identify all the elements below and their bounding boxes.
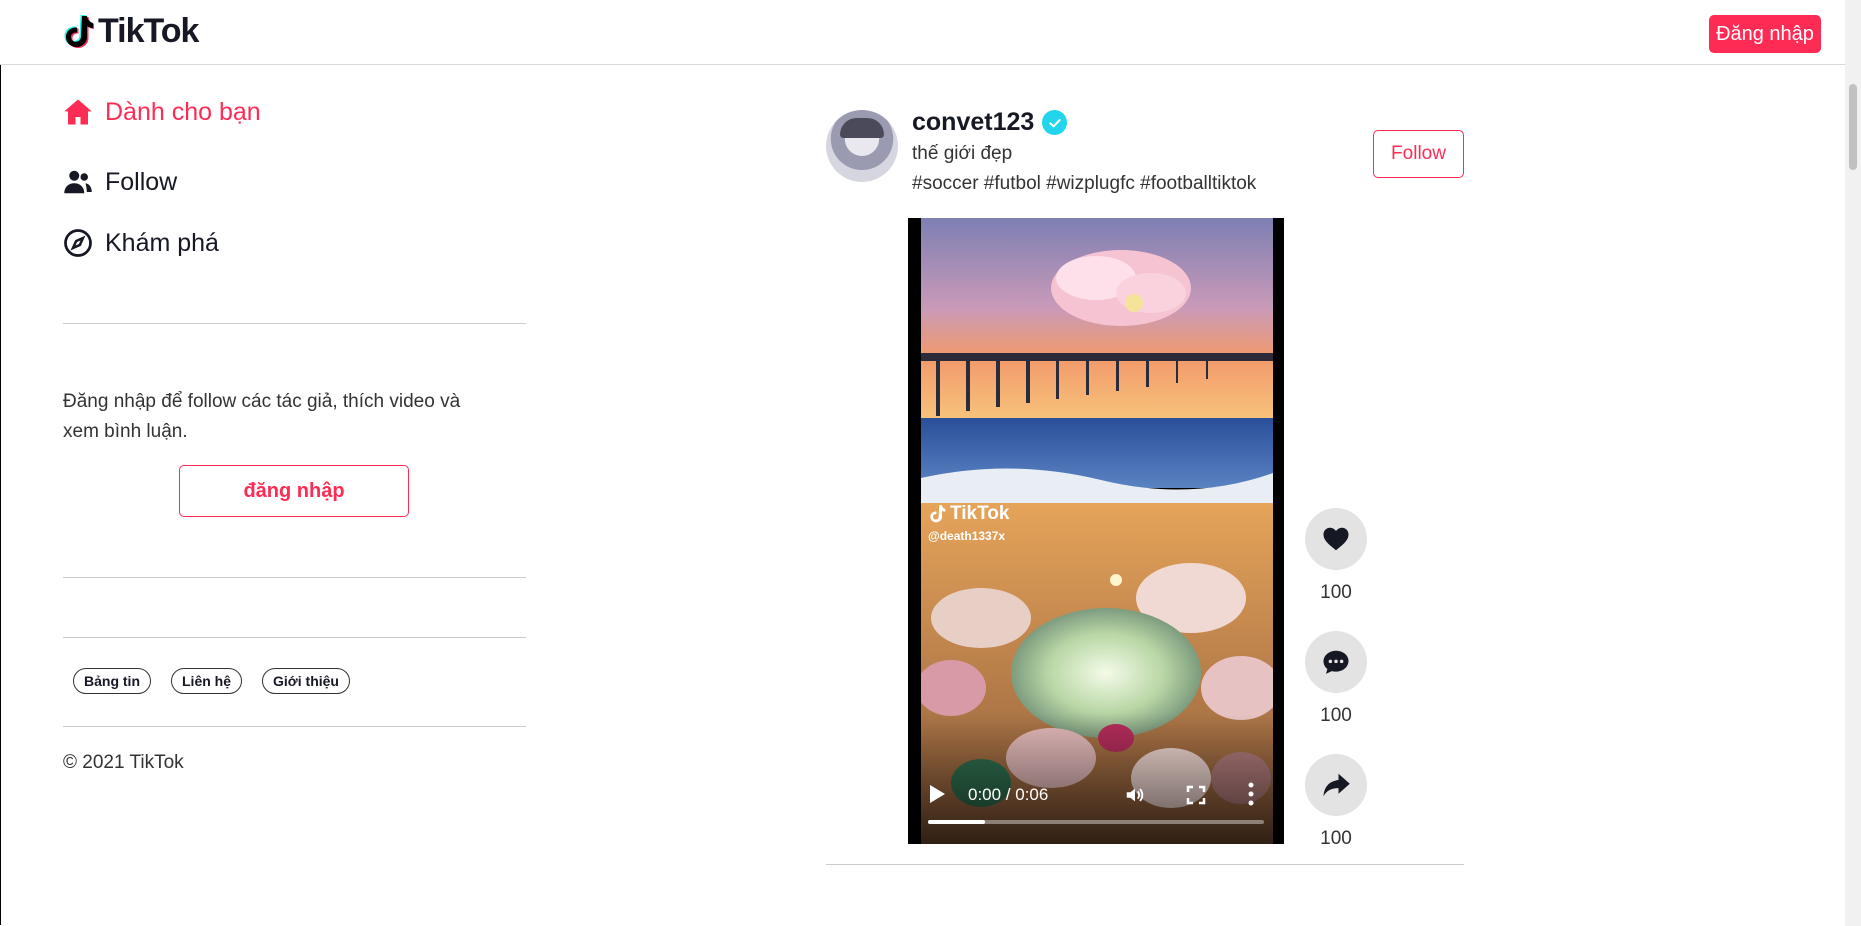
share-icon	[1323, 773, 1350, 797]
sidebar-item-for-you[interactable]: Dành cho bạn	[63, 97, 261, 127]
follow-button[interactable]: Follow	[1373, 130, 1464, 178]
video-player[interactable]: TikTok @death1337x 0:00 / 0:06	[908, 218, 1284, 844]
footer-link-about[interactable]: Giới thiệu	[262, 668, 350, 694]
sidebar-item-explore[interactable]: Khám phá	[63, 228, 219, 258]
sidebar-login-button[interactable]: đăng nhập	[179, 465, 409, 517]
footer-link-news[interactable]: Bảng tin	[73, 668, 151, 694]
verified-badge-icon	[1042, 110, 1068, 135]
comment-button[interactable]	[1305, 631, 1367, 693]
copyright-text: © 2021 TikTok	[63, 752, 184, 773]
video-progress-fill	[928, 820, 986, 824]
play-icon[interactable]	[928, 784, 946, 804]
video-controls: 0:00 / 0:06	[908, 764, 1284, 844]
footer-link-contact[interactable]: Liên hệ	[171, 668, 243, 694]
video-progress-bar[interactable]	[928, 820, 1264, 824]
page-scrollbar[interactable]	[1845, 0, 1861, 926]
sidebar-divider	[63, 726, 526, 727]
more-options-icon[interactable]	[1248, 782, 1254, 806]
fullscreen-icon[interactable]	[1186, 785, 1206, 805]
video-time: 0:00 / 0:06	[968, 785, 1049, 804]
scrollbar-thumb[interactable]	[1849, 84, 1857, 170]
like-count: 100	[1320, 582, 1352, 603]
sidebar-divider	[63, 637, 526, 638]
post-hashtags[interactable]: #soccer #futbol #wizplugfc #footballtikt…	[912, 173, 1256, 195]
avatar[interactable]	[826, 110, 898, 182]
username[interactable]: convet123	[912, 108, 1034, 137]
page: TikTok Đăng nhập Dành cho bạn Follow Khá…	[0, 0, 1861, 926]
tiktok-logo[interactable]: TikTok	[62, 12, 199, 51]
like-button[interactable]	[1305, 508, 1367, 570]
comment-icon	[1323, 650, 1349, 674]
login-hint-text: Đăng nhập để follow các tác giả, thích v…	[63, 391, 461, 442]
comment-action: 100	[1305, 631, 1367, 727]
sidebar-item-label: Follow	[105, 167, 178, 196]
tiktok-logo-icon	[64, 14, 94, 48]
share-button[interactable]	[1305, 754, 1367, 816]
watermark-user: @death1337x	[928, 529, 1006, 543]
volume-icon[interactable]	[1124, 784, 1146, 806]
footer-links: Bảng tin Liên hệ Giới thiệu	[73, 668, 350, 694]
share-action: 100	[1305, 754, 1367, 850]
users-icon	[64, 170, 92, 194]
share-count: 100	[1320, 828, 1352, 849]
like-action: 100	[1305, 508, 1367, 604]
heart-icon	[1323, 527, 1349, 551]
top-header: TikTok Đăng nhập	[0, 0, 1845, 65]
post-divider	[826, 864, 1464, 865]
sidebar-item-label: Dành cho bạn	[105, 97, 261, 126]
header-login-button[interactable]: Đăng nhập	[1709, 15, 1821, 53]
watermark-logo: TikTok	[928, 503, 1009, 525]
sidebar-item-label: Khám phá	[105, 228, 219, 257]
compass-icon	[64, 229, 92, 257]
window-edge	[0, 65, 1, 925]
tiktok-watermark-icon	[930, 505, 946, 523]
comment-count: 100	[1320, 705, 1352, 726]
sidebar-item-follow[interactable]: Follow	[63, 167, 177, 197]
sidebar-divider	[63, 577, 526, 578]
logo-text: TikTok	[98, 12, 199, 50]
watermark-logo-text: TikTok	[950, 503, 1010, 524]
home-icon	[64, 99, 92, 125]
post-author: convet123	[912, 108, 1068, 137]
video-watermark: TikTok @death1337x	[928, 503, 1009, 543]
sidebar-divider	[63, 323, 526, 324]
post-caption: thế giới đẹp	[912, 143, 1013, 164]
